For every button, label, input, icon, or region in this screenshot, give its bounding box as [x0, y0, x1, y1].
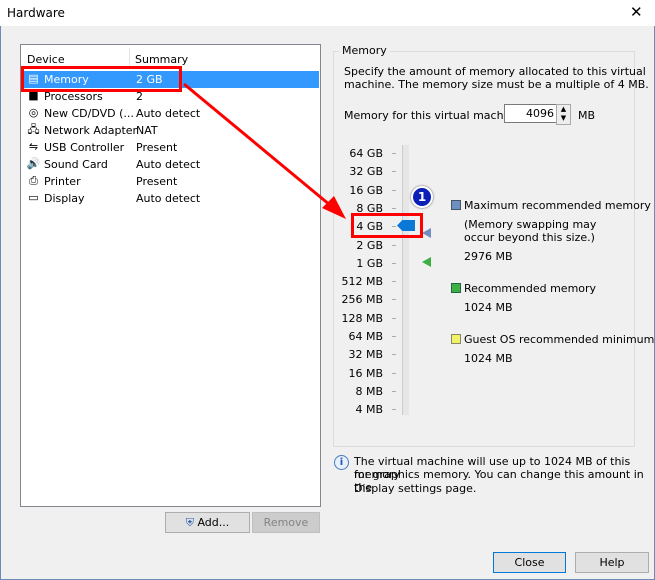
annotation-badge: 1 [411, 186, 433, 208]
annotation-arrow [183, 82, 346, 219]
